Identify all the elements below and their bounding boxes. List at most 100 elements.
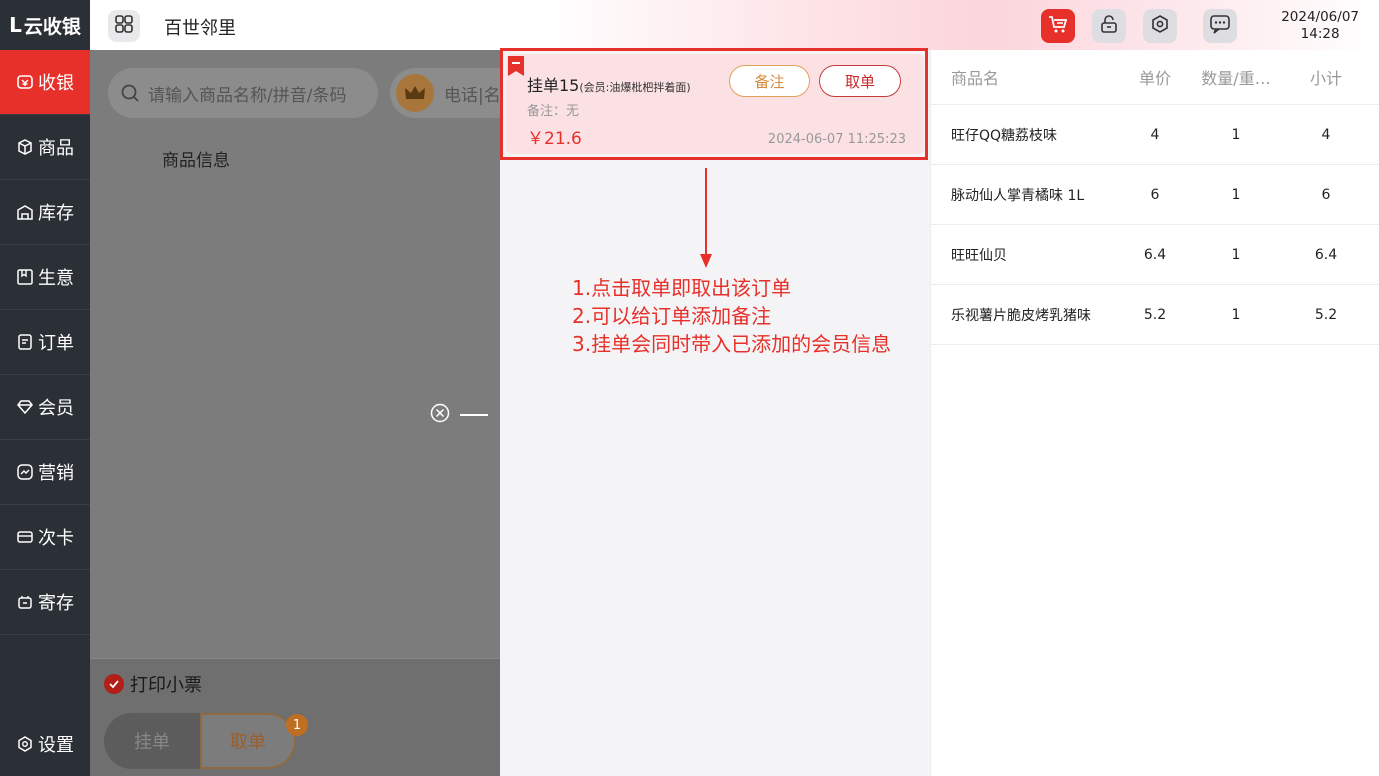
- header-qty: 数量/重…: [1201, 69, 1271, 88]
- fetch-order-button[interactable]: 取单: [819, 65, 901, 97]
- goods-info-label: 商品信息: [162, 151, 230, 171]
- annotation-line-3: 3.挂单会同时带入已添加的会员信息: [572, 332, 892, 356]
- cashier-main-overlay: 请输入商品名称/拼音/条码 电话|名称 商品信息 打印小票 挂单 取单 1: [90, 50, 510, 776]
- apps-grid-button[interactable]: [108, 10, 140, 42]
- pending-orders-panel: 挂单15(会员:油爆枇杷拌着面) 备注：无 ￥21.6 2024-06-07 1…: [500, 48, 930, 776]
- sidebar-item-business[interactable]: 生意: [0, 245, 90, 310]
- warehouse-icon: [16, 203, 34, 221]
- check-icon: [104, 674, 124, 694]
- app-logo: L 云收银: [0, 0, 90, 50]
- product-search-input[interactable]: 请输入商品名称/拼音/条码: [108, 68, 378, 118]
- table-row: 乐视薯片脆皮烤乳猪味 5.2 1 5.2: [931, 285, 1379, 345]
- cell-name: 旺仔QQ糖荔枝味: [951, 127, 1058, 144]
- sidebar-item-label: 生意: [38, 268, 74, 289]
- chart-icon: [16, 268, 34, 286]
- annotation-arrow: [700, 168, 712, 268]
- close-panel-button[interactable]: [430, 403, 488, 427]
- sidebar: L 云收银 收银 商品 库存 生意 订单 会员 营销 次卡 寄存 设置: [0, 0, 90, 776]
- marketing-icon: [16, 463, 34, 481]
- header-subtotal: 小计: [1309, 69, 1342, 88]
- datetime: 2024/06/07 14:28: [1281, 9, 1359, 43]
- crown-icon: [396, 74, 434, 112]
- bookmark-icon: [508, 56, 524, 76]
- sidebar-item-label: 收银: [38, 73, 74, 94]
- sidebar-item-label: 设置: [38, 734, 74, 756]
- cell-subtotal: 6: [1321, 186, 1331, 203]
- sidebar-item-card[interactable]: 次卡: [0, 505, 90, 570]
- cell-name: 旺旺仙贝: [951, 247, 1007, 264]
- cell-subtotal: 5.2: [1314, 306, 1338, 323]
- sidebar-item-goods[interactable]: 商品: [0, 115, 90, 180]
- print-receipt-label: 打印小票: [130, 675, 202, 696]
- cashier-icon: [16, 73, 34, 91]
- cell-price: 6: [1150, 186, 1160, 203]
- sidebar-item-label: 会员: [38, 398, 74, 419]
- sidebar-item-cashier[interactable]: 收银: [0, 50, 90, 115]
- search-icon: [120, 83, 140, 103]
- settings-icon: [1150, 14, 1170, 38]
- header-price: 单价: [1138, 69, 1171, 88]
- cart-button[interactable]: [1041, 9, 1075, 43]
- hang-take-group: 挂单 取单: [104, 713, 296, 769]
- table-row: 旺旺仙贝 6.4 1 6.4: [931, 225, 1379, 285]
- order-price: ￥21.6: [527, 129, 582, 149]
- sidebar-item-marketing[interactable]: 营销: [0, 440, 90, 505]
- print-receipt-checkbox[interactable]: 打印小票: [104, 671, 202, 697]
- cell-price: 6.4: [1143, 246, 1167, 263]
- pending-order-card[interactable]: 挂单15(会员:油爆枇杷拌着面) 备注：无 ￥21.6 2024-06-07 1…: [506, 54, 924, 154]
- settings-button[interactable]: [1143, 9, 1177, 43]
- time-text: 14:28: [1300, 26, 1340, 42]
- lock-button[interactable]: [1092, 9, 1126, 43]
- gear-icon: [16, 735, 34, 753]
- logo-text: 云收银: [23, 15, 81, 38]
- order-number: 挂单15: [527, 76, 580, 95]
- cart-icon: [1047, 13, 1069, 39]
- take-order-button[interactable]: 取单: [200, 713, 296, 769]
- sidebar-item-members[interactable]: 会员: [0, 375, 90, 440]
- cell-name: 乐视薯片脆皮烤乳猪味: [951, 307, 1091, 324]
- sidebar-item-settings[interactable]: 设置: [0, 711, 90, 776]
- sidebar-item-label: 订单: [38, 333, 74, 354]
- checkout-bottom-bar: 打印小票 挂单 取单 1: [90, 658, 500, 776]
- annotation-text: 1.点击取单即取出该订单 2.可以给订单添加备注 3.挂单会同时带入已添加的会员…: [572, 274, 891, 358]
- message-button[interactable]: [1203, 9, 1237, 43]
- sidebar-item-label: 次卡: [38, 528, 74, 549]
- hang-order-button[interactable]: 挂单: [104, 713, 200, 769]
- grid-icon: [114, 14, 134, 38]
- pending-order-badge: 1: [286, 714, 308, 736]
- box-icon: [16, 138, 34, 156]
- sidebar-item-label: 营销: [38, 463, 74, 484]
- order-member: (会员:油爆枇杷拌着面): [579, 81, 691, 94]
- cell-qty: 1: [1231, 186, 1241, 203]
- order-time: 2024-06-07 11:25:23: [767, 132, 906, 147]
- cell-qty: 1: [1231, 246, 1241, 263]
- table-row: 脉动仙人掌青橘味 1L 6 1 6: [931, 165, 1379, 225]
- sidebar-item-orders[interactable]: 订单: [0, 310, 90, 375]
- sidebar-item-label: 库存: [38, 203, 74, 224]
- cell-price: 4: [1150, 126, 1160, 143]
- diamond-icon: [16, 398, 34, 416]
- date-text: 2024/06/07: [1281, 9, 1359, 25]
- logo-mark: L: [9, 13, 22, 37]
- header-name: 商品名: [951, 69, 1000, 88]
- close-icon: [430, 403, 450, 427]
- annotation-line-2: 2.可以给订单添加备注: [572, 304, 772, 328]
- store-name: 百世邻里: [164, 18, 236, 39]
- cell-subtotal: 4: [1321, 126, 1331, 143]
- lock-icon: [1099, 14, 1119, 38]
- order-icon: [16, 333, 34, 351]
- cell-qty: 1: [1231, 306, 1241, 323]
- sidebar-item-inventory[interactable]: 库存: [0, 180, 90, 245]
- order-detail-table: 商品名 单价 数量/重… 小计 旺仔QQ糖荔枝味 4 1 4 脉动仙人掌青橘味 …: [930, 50, 1379, 776]
- table-header: 商品名 单价 数量/重… 小计: [931, 50, 1379, 105]
- message-icon: [1209, 13, 1231, 39]
- sidebar-item-storage[interactable]: 寄存: [0, 570, 90, 635]
- add-note-button[interactable]: 备注: [729, 65, 810, 97]
- member-search-input[interactable]: 电话|名称: [390, 68, 510, 118]
- order-title: 挂单15(会员:油爆枇杷拌着面): [527, 72, 691, 96]
- search-placeholder: 请输入商品名称/拼音/条码: [148, 85, 347, 106]
- annotation-line-1: 1.点击取单即取出该订单: [572, 276, 792, 300]
- sidebar-item-label: 寄存: [38, 593, 74, 614]
- top-bar: 百世邻里 2024/06/07 14:28: [90, 0, 1379, 50]
- cell-price: 5.2: [1143, 306, 1167, 323]
